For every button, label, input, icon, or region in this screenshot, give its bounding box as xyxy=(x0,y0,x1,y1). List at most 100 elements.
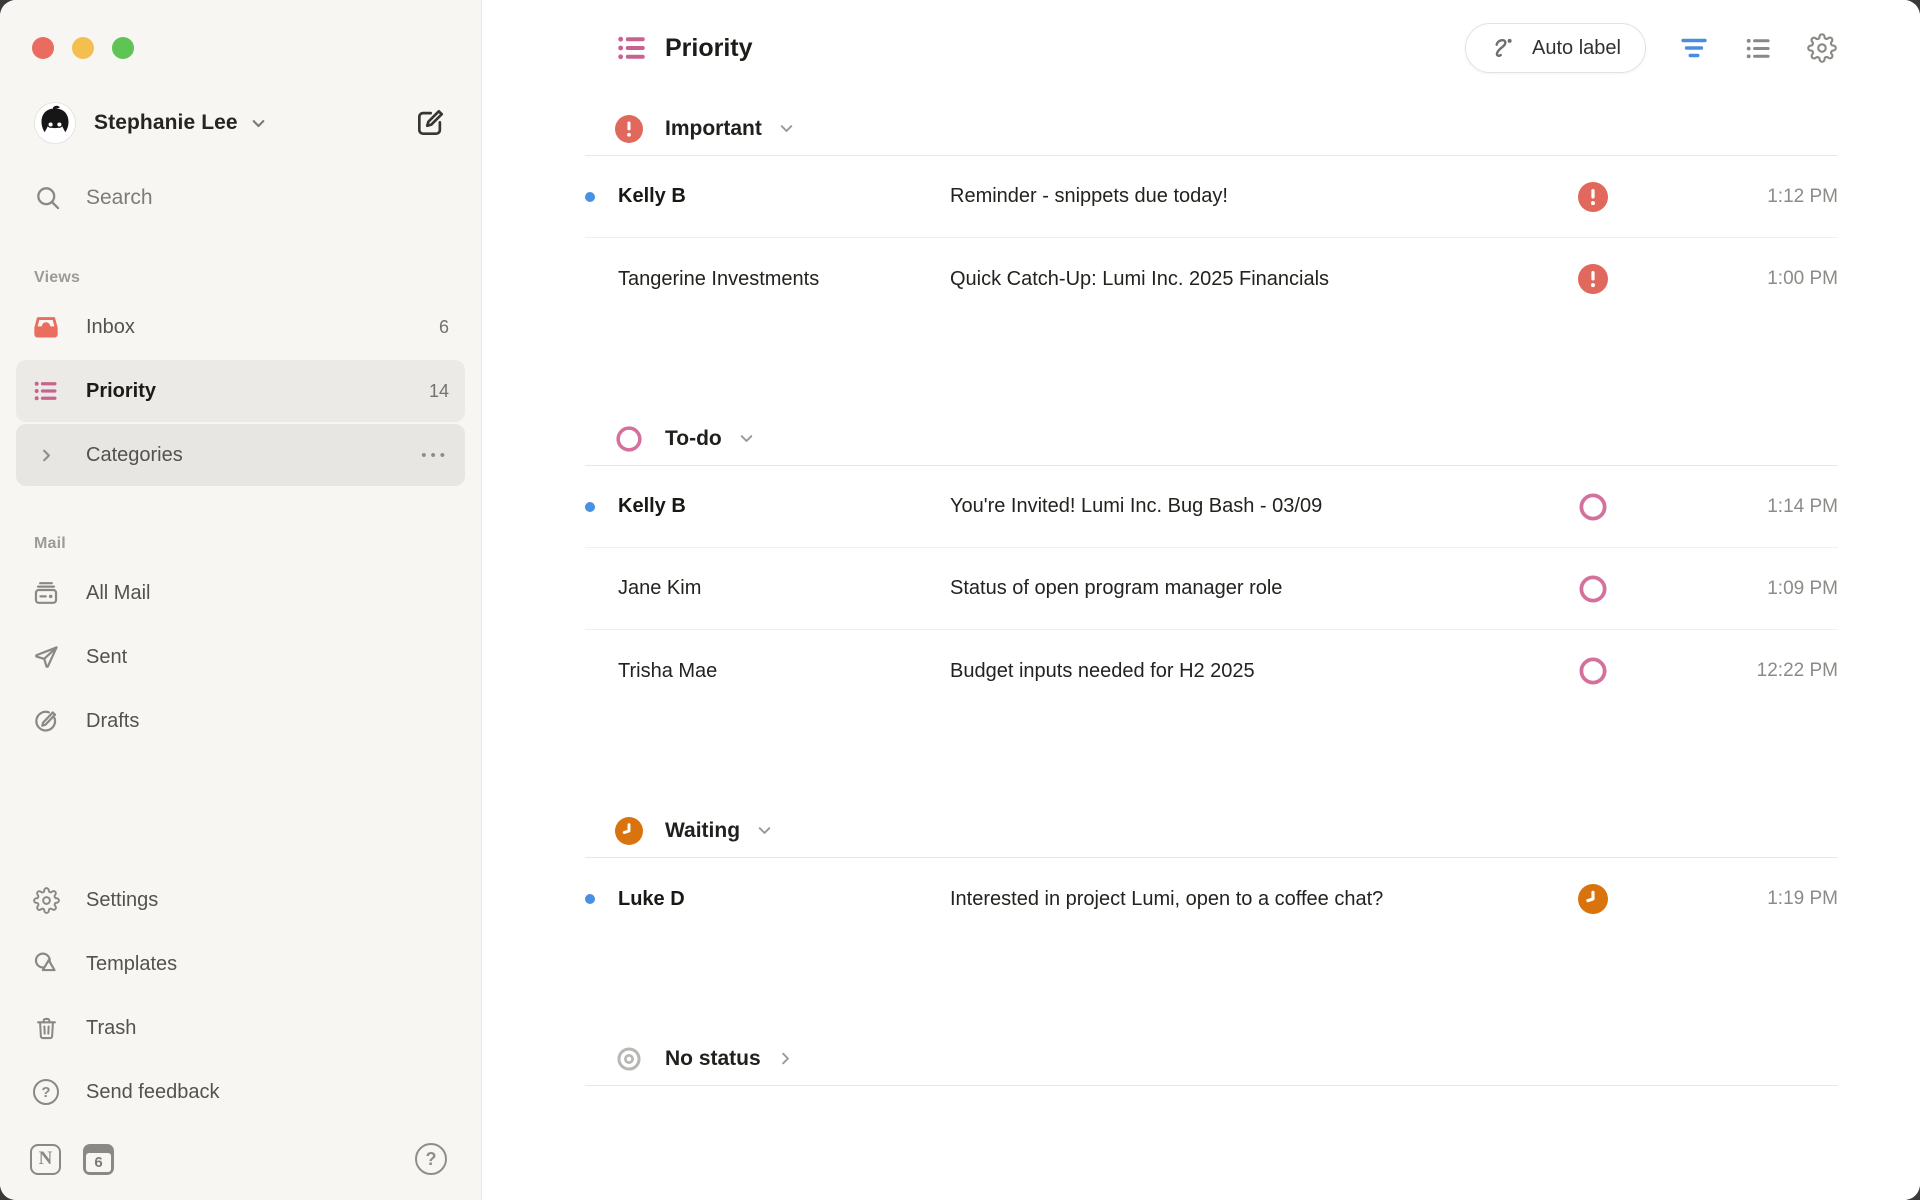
sidebar-item-templates[interactable]: Templates xyxy=(16,933,465,995)
email-subject: Status of open program manager role xyxy=(950,577,1578,600)
group-header-important[interactable]: Important xyxy=(585,102,1838,156)
sidebar-item-drafts[interactable]: Drafts xyxy=(16,690,465,752)
chevron-down-icon xyxy=(778,120,795,137)
auto-label-button[interactable]: Auto label xyxy=(1465,23,1646,73)
auto-label-squiggle-icon xyxy=(1490,33,1520,63)
email-row[interactable]: Jane Kim Status of open program manager … xyxy=(585,548,1838,630)
group-label: Waiting xyxy=(665,819,740,843)
email-sender: Jane Kim xyxy=(618,577,950,600)
inbox-icon xyxy=(32,313,60,341)
page-title: Priority xyxy=(665,34,753,63)
sidebar-item-trash[interactable]: Trash xyxy=(16,997,465,1059)
email-row[interactable]: Trisha Mae Budget inputs needed for H2 2… xyxy=(585,630,1838,712)
priority-list-icon xyxy=(615,31,649,65)
sidebar-spacer xyxy=(16,753,465,868)
draft-pencil-icon xyxy=(32,707,60,735)
sidebar-item-label: Settings xyxy=(86,889,158,912)
trash-icon xyxy=(32,1014,60,1042)
sidebar-footer: N 6 ? xyxy=(18,1124,463,1194)
notion-logo-icon[interactable]: N xyxy=(30,1144,61,1175)
email-time: 1:09 PM xyxy=(1666,578,1838,600)
sidebar-item-label: Categories xyxy=(86,444,183,467)
avatar xyxy=(34,102,76,144)
group-waiting: Waiting Luke D Interested in project Lum… xyxy=(585,804,1838,940)
todo-ring-icon[interactable] xyxy=(1578,574,1608,604)
email-sender: Kelly B xyxy=(618,185,950,208)
search-icon xyxy=(34,184,62,212)
email-row[interactable]: Kelly B You're Invited! Lumi Inc. Bug Ba… xyxy=(585,466,1838,548)
notion-calendar-icon[interactable]: 6 xyxy=(83,1144,114,1175)
todo-ring-icon[interactable] xyxy=(1578,656,1608,686)
app-window: Stephanie Lee Search Views xyxy=(0,0,1920,1200)
mail-section-label: Mail xyxy=(34,535,447,553)
views-section-label: Views xyxy=(34,269,447,287)
sidebar-item-label: Templates xyxy=(86,953,177,976)
sidebar-item-priority[interactable]: Priority 14 xyxy=(16,360,465,422)
sidebar-item-categories[interactable]: Categories ••• xyxy=(16,424,465,486)
sidebar-item-label: Sent xyxy=(86,646,127,669)
email-subject: Quick Catch-Up: Lumi Inc. 2025 Financial… xyxy=(950,268,1578,291)
paper-plane-icon xyxy=(32,643,60,671)
email-time: 12:22 PM xyxy=(1666,660,1838,682)
email-time: 1:19 PM xyxy=(1666,888,1838,910)
compose-button[interactable] xyxy=(413,106,447,140)
email-sender: Kelly B xyxy=(618,495,950,518)
search-input[interactable]: Search xyxy=(18,173,463,223)
chevron-down-icon[interactable] xyxy=(250,115,267,132)
zoom-window-button[interactable] xyxy=(112,37,134,59)
sidebar-item-label: Inbox xyxy=(86,316,135,339)
sidebar-item-send-feedback[interactable]: ? Send feedback xyxy=(16,1061,465,1123)
todo-ring-icon xyxy=(615,425,643,453)
priority-list-icon xyxy=(32,377,60,405)
email-subject: Reminder - snippets due today! xyxy=(950,185,1578,208)
chevron-down-icon xyxy=(756,822,773,839)
group-important: Important Kelly B Reminder - snippets du… xyxy=(585,102,1838,320)
settings-gear-icon[interactable] xyxy=(1806,32,1838,64)
close-window-button[interactable] xyxy=(32,37,54,59)
todo-ring-icon[interactable] xyxy=(1578,492,1608,522)
important-badge-icon[interactable] xyxy=(1578,182,1608,212)
group-label: Important xyxy=(665,117,762,141)
sidebar-item-all-mail[interactable]: All Mail xyxy=(16,562,465,624)
chevron-right-icon[interactable] xyxy=(32,441,60,469)
shapes-icon xyxy=(32,950,60,978)
minimize-window-button[interactable] xyxy=(72,37,94,59)
sidebar-item-settings[interactable]: Settings xyxy=(16,869,465,931)
list-view-icon[interactable] xyxy=(1742,32,1774,64)
unread-dot xyxy=(585,502,595,512)
sidebar: Stephanie Lee Search Views xyxy=(0,0,482,1200)
group-header-no-status[interactable]: No status xyxy=(585,1032,1838,1086)
email-row[interactable]: Kelly B Reminder - snippets due today! 1… xyxy=(585,156,1838,238)
gear-icon xyxy=(32,886,60,914)
sidebar-item-label: All Mail xyxy=(86,582,150,605)
sidebar-item-sent[interactable]: Sent xyxy=(16,626,465,688)
email-subject: Budget inputs needed for H2 2025 xyxy=(950,660,1578,683)
group-todo: To-do Kelly B You're Invited! Lumi Inc. … xyxy=(585,412,1838,712)
no-status-ring-icon xyxy=(615,1045,643,1073)
sidebar-item-inbox[interactable]: Inbox 6 xyxy=(16,296,465,358)
important-badge-icon xyxy=(615,115,643,143)
group-header-todo[interactable]: To-do xyxy=(585,412,1838,466)
group-label: To-do xyxy=(665,427,722,451)
more-options-icon[interactable]: ••• xyxy=(421,447,449,464)
chevron-right-icon xyxy=(777,1050,794,1067)
priority-count: 14 xyxy=(429,381,449,402)
important-badge-icon[interactable] xyxy=(1578,264,1608,294)
email-row[interactable]: Tangerine Investments Quick Catch-Up: Lu… xyxy=(585,238,1838,320)
waiting-clock-icon[interactable] xyxy=(1578,884,1608,914)
filter-icon[interactable] xyxy=(1678,32,1710,64)
group-header-waiting[interactable]: Waiting xyxy=(585,804,1838,858)
sidebar-item-label: Drafts xyxy=(86,710,139,733)
window-controls xyxy=(16,0,465,59)
unread-dot xyxy=(585,894,595,904)
email-row[interactable]: Luke D Interested in project Lumi, open … xyxy=(585,858,1838,940)
help-icon[interactable]: ? xyxy=(415,1143,447,1175)
question-circle-icon: ? xyxy=(32,1078,60,1106)
inbox-count: 6 xyxy=(439,317,449,338)
view-header: Priority Auto label xyxy=(585,0,1838,96)
email-time: 1:14 PM xyxy=(1666,496,1838,518)
email-sender: Tangerine Investments xyxy=(618,268,950,291)
user-name: Stephanie Lee xyxy=(94,111,238,135)
account-switcher[interactable]: Stephanie Lee xyxy=(18,99,463,147)
email-sender: Trisha Mae xyxy=(618,660,950,683)
